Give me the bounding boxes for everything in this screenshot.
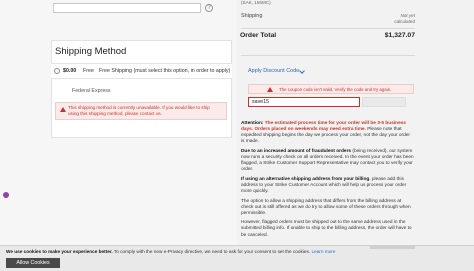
help-icon[interactable]: ? — [205, 4, 213, 12]
shipping-option-description: Free Shipping (must select this option, … — [99, 68, 231, 74]
warning-icon — [60, 107, 66, 112]
shipping-value-line2: calculated — [394, 19, 415, 24]
apply-discount-button[interactable] — [362, 97, 406, 107]
shipping-option-price: $0.00 — [63, 68, 77, 74]
alt-address-paragraph: If using an alternative shipping address… — [241, 177, 414, 195]
shipping-warning-line2: using this shipping method, please conta… — [68, 111, 162, 116]
checkout-page: ? Shipping Method $0.00 Free Free Shippi… — [0, 0, 474, 271]
fraud-bold-text: Due to an increased amount of fraudulent… — [241, 148, 352, 154]
alt-address-bold-text: If using an alternative shipping address… — [241, 176, 370, 182]
attention-paragraph: Attention: The estimated process time fo… — [241, 121, 414, 145]
shipping-label: Shipping — [241, 13, 263, 19]
summary-divider — [241, 28, 415, 29]
shipping-option-free: Free — [83, 68, 94, 74]
learn-more-link[interactable]: Learn more — [311, 249, 335, 254]
discount-divider — [241, 55, 415, 56]
order-total-value: $1,327.07 — [384, 32, 415, 39]
attention-label: Attention: — [241, 121, 264, 126]
order-notice: Attention: The estimated process time fo… — [241, 121, 414, 242]
cookie-rest-text: To comply with the new e-Privacy directi… — [112, 249, 311, 254]
apply-discount-link[interactable]: Apply Discount Code — [248, 68, 299, 74]
address-input-field[interactable] — [53, 3, 201, 13]
option-paragraph: The option to allow a shipping address t… — [241, 198, 411, 216]
cookie-bold-text: We use cookies to make your experience b… — [6, 249, 113, 254]
allow-cookies-button[interactable]: Allow Cookies — [6, 258, 60, 268]
coupon-error-message: The coupon code isn't valid. Verify the … — [248, 84, 414, 94]
shipping-warning: This shipping method is currently unavai… — [55, 102, 227, 120]
fraud-paragraph: Due to an increased amount of fraudulent… — [241, 149, 414, 173]
summary-address-line: (SAK, 155MC) — [241, 0, 271, 5]
coupon-error-text: The coupon code isn't valid. Verify the … — [279, 87, 392, 92]
however-paragraph: However, flagged orders must be shipped … — [241, 220, 412, 238]
warning-icon — [267, 87, 273, 92]
cookie-consent-text: We use cookies to make your experience b… — [6, 249, 335, 254]
order-total-label: Order Total — [240, 32, 277, 39]
chat-icon[interactable] — [3, 192, 9, 198]
shipping-option-radio[interactable] — [54, 68, 60, 74]
shipping-method-title: Shipping Method — [55, 46, 127, 57]
hidden-button-edge — [370, 245, 415, 249]
discount-code-input[interactable]: save15 — [248, 97, 360, 107]
carrier-name: Federal Express — [72, 88, 111, 94]
shipping-value-line1: Not yet — [400, 13, 415, 18]
